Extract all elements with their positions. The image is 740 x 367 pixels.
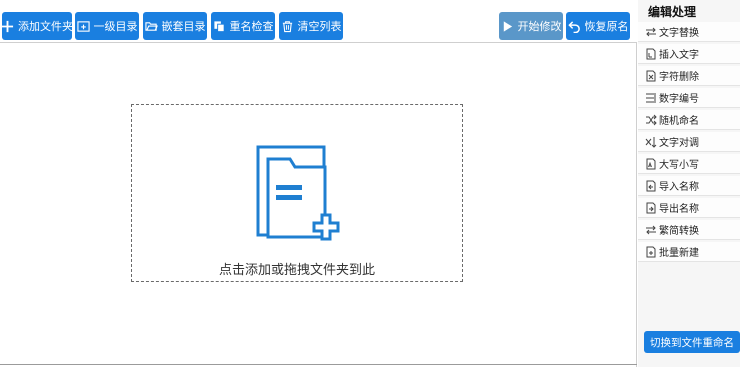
main-panel: 添加文件夹 一级目录 嵌套目录 重名检查 清空列表 开始修改 恢复原名 点击添加…: [0, 0, 637, 367]
sidebar-item-batch-new[interactable]: 批量新建: [638, 242, 740, 262]
sidebar-item-label: 批量新建: [659, 248, 699, 259]
export-icon: [645, 202, 657, 214]
sidebar-item-text-swap[interactable]: 文字对调: [638, 132, 740, 152]
undo-icon: [567, 20, 581, 33]
sidebar-item-import[interactable]: 导入名称: [638, 176, 740, 196]
nested-dir-button[interactable]: 嵌套目录: [143, 12, 207, 40]
swap-icon: [645, 26, 657, 38]
sidebar-item-label: 文字对调: [659, 138, 699, 149]
folder-open-icon: [144, 20, 158, 33]
sidebar-item-convert[interactable]: 繁简转换: [638, 220, 740, 240]
clear-list-label: 清空列表: [297, 20, 342, 33]
insert-text-icon: [645, 48, 657, 60]
folder-plus-icon: [76, 20, 90, 33]
folder-drop-zone[interactable]: 点击添加或拖拽文件夹到此: [131, 104, 463, 282]
plus-icon: [1, 20, 14, 33]
sidebar-item-text-replace[interactable]: 文字替换: [638, 22, 740, 42]
drop-hint-text: 点击添加或拖拽文件夹到此: [218, 263, 375, 278]
bottom-divider: [0, 364, 637, 365]
sidebar-item-label: 字符删除: [659, 72, 699, 83]
sidebar-item-export[interactable]: 导出名称: [638, 198, 740, 218]
sidebar-item-label: 大写小写: [659, 160, 699, 171]
play-icon: [501, 20, 514, 33]
shuffle-icon: [645, 114, 657, 126]
toolbar: 添加文件夹 一级目录 嵌套目录 重名检查 清空列表 开始修改 恢复原名: [0, 0, 637, 43]
edit-sidebar: 编辑处理 文字替换 插入文字 字符删除 数字编号 随机命名 文字对调 大写小写 …: [638, 0, 740, 367]
sidebar-item-insert-text[interactable]: 插入文字: [638, 44, 740, 64]
level1-dir-label: 一级目录: [93, 20, 138, 33]
sidebar-item-random-name[interactable]: 随机命名: [638, 110, 740, 130]
sidebar-item-numbering[interactable]: 数字编号: [638, 88, 740, 108]
sidebar-item-label: 数字编号: [659, 94, 699, 105]
sidebar-title: 编辑处理: [648, 5, 697, 19]
restore-name-button[interactable]: 恢复原名: [566, 12, 630, 40]
sidebar-item-label: 随机命名: [659, 116, 699, 127]
trash-icon: [281, 20, 294, 33]
sidebar-item-case[interactable]: 大写小写: [638, 154, 740, 174]
add-folder-label: 添加文件夹: [18, 20, 73, 33]
case-icon: [645, 158, 657, 170]
start-modify-button[interactable]: 开始修改: [499, 12, 563, 40]
level1-dir-button[interactable]: 一级目录: [75, 12, 139, 40]
sidebar-item-label: 文字替换: [659, 28, 699, 39]
dup-check-button[interactable]: 重名检查: [211, 12, 275, 40]
add-folder-button[interactable]: 添加文件夹: [1, 12, 73, 40]
sidebar-item-label: 导入名称: [659, 182, 699, 193]
batch-new-icon: [645, 246, 657, 258]
add-folder-illustration-icon: [254, 145, 346, 245]
sidebar-item-label: 导出名称: [659, 204, 699, 215]
dup-check-label: 重名检查: [229, 20, 274, 33]
numbering-icon: [645, 92, 657, 104]
sidebar-item-label: 插入文字: [659, 50, 699, 61]
start-modify-label: 开始修改: [517, 20, 562, 33]
convert-icon: [645, 224, 657, 236]
sidebar-item-label: 繁简转换: [659, 226, 699, 237]
sidebar-item-delete-char[interactable]: 字符删除: [638, 66, 740, 86]
nested-dir-label: 嵌套目录: [161, 20, 206, 33]
delete-char-icon: [645, 70, 657, 82]
exchange-icon: [645, 136, 657, 148]
switch-to-file-rename-button[interactable]: 切换到文件重命名: [644, 331, 740, 353]
copy-icon: [213, 20, 226, 33]
import-icon: [645, 180, 657, 192]
clear-list-button[interactable]: 清空列表: [279, 12, 343, 40]
restore-name-label: 恢复原名: [584, 20, 629, 33]
